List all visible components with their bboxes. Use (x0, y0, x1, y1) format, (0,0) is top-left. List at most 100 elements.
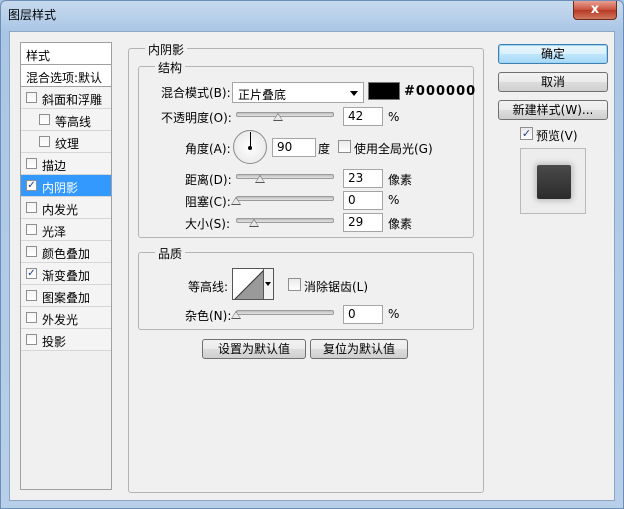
inner-shadow-label: 内阴影 (42, 181, 79, 195)
outer-glow-label: 外发光 (42, 313, 79, 327)
size-label: 大小(S): (185, 217, 231, 231)
satin-checkbox[interactable] (26, 224, 37, 235)
inner-glow-checkbox[interactable] (26, 202, 37, 213)
blend-mode-select[interactable]: 正片叠底 (232, 82, 364, 103)
angle-unit: 度 (318, 142, 331, 156)
style-item-inner-shadow[interactable]: ✓ 内阴影 (21, 175, 111, 197)
new-style-button[interactable]: 新建样式(W)... (498, 100, 608, 120)
satin-label: 光泽 (42, 225, 67, 239)
title-bar[interactable]: 图层样式 x (1, 1, 623, 27)
choke-unit: % (388, 193, 400, 207)
style-item-color-overlay[interactable]: 颜色叠加 (21, 241, 111, 263)
outer-glow-checkbox[interactable] (26, 312, 37, 323)
size-unit: 像素 (388, 217, 413, 231)
angle-dial-center (248, 146, 252, 150)
structure-title: 结构 (155, 59, 186, 76)
preview-checkbox[interactable]: ✓ (520, 127, 533, 140)
angle-input[interactable]: 90 (272, 138, 316, 157)
drop-shadow-checkbox[interactable] (26, 334, 37, 345)
style-item-inner-glow[interactable]: 内发光 (21, 197, 111, 219)
style-item-pattern-overlay[interactable]: 图案叠加 (21, 285, 111, 307)
texture-checkbox[interactable] (39, 136, 50, 147)
chevron-down-icon (350, 91, 358, 96)
cancel-button[interactable]: 取消 (498, 72, 608, 92)
style-item-contour[interactable]: 等高线 (21, 109, 111, 131)
preview-label: 预览(V) (536, 129, 578, 143)
inner-glow-label: 内发光 (42, 203, 79, 217)
choke-label: 阻塞(C): (185, 195, 231, 209)
opacity-label: 不透明度(O): (161, 111, 232, 125)
contour-picker-label: 等高线: (188, 280, 229, 294)
contour-dropdown[interactable] (264, 268, 274, 300)
layer-style-dialog: 图层样式 x 样式 混合选项:默认 斜面和浮雕 等高线 纹理 描边 ✓ 内阴影 … (0, 0, 624, 509)
drop-shadow-label: 投影 (42, 335, 67, 349)
distance-unit: 像素 (388, 173, 413, 187)
opacity-unit: % (388, 110, 400, 124)
inner-shadow-checkbox[interactable]: ✓ (26, 180, 37, 191)
style-preview (520, 148, 586, 214)
shadow-color-hex: #000000 (404, 84, 477, 99)
set-default-button[interactable]: 设置为默认值 (202, 339, 306, 359)
size-slider-thumb[interactable] (249, 219, 259, 227)
ok-button[interactable]: 确定 (498, 44, 608, 64)
global-light-label: 使用全局光(G) (354, 142, 433, 156)
style-item-drop-shadow[interactable]: 投影 (21, 329, 111, 351)
chevron-down-icon (265, 282, 271, 286)
dialog-content: 样式 混合选项:默认 斜面和浮雕 等高线 纹理 描边 ✓ 内阴影 内发光 光泽 … (9, 31, 615, 501)
distance-label: 距离(D): (185, 173, 232, 187)
reset-default-button[interactable]: 复位为默认值 (310, 339, 408, 359)
anti-alias-checkbox[interactable] (288, 278, 301, 291)
close-button[interactable]: x (573, 1, 617, 20)
gradient-overlay-label: 渐变叠加 (42, 269, 91, 283)
style-item-gradient-overlay[interactable]: ✓ 渐变叠加 (21, 263, 111, 285)
pattern-overlay-label: 图案叠加 (42, 291, 91, 305)
quality-title: 品质 (155, 245, 186, 262)
stroke-checkbox[interactable] (26, 158, 37, 169)
distance-slider[interactable] (236, 174, 334, 179)
contour-curve-icon (234, 270, 263, 299)
style-list-header-label: 样式 (26, 49, 51, 63)
blend-mode-value: 正片叠底 (238, 88, 287, 102)
style-item-outer-glow[interactable]: 外发光 (21, 307, 111, 329)
style-item-satin[interactable]: 光泽 (21, 219, 111, 241)
opacity-input[interactable]: 42 (343, 107, 383, 126)
opacity-slider[interactable] (236, 112, 334, 117)
opacity-slider-thumb[interactable] (273, 113, 283, 121)
blend-mode-label: 混合模式(B): (161, 86, 231, 100)
blend-options-label: 混合选项:默认 (26, 71, 103, 85)
style-item-texture[interactable]: 纹理 (21, 131, 111, 153)
style-item-stroke[interactable]: 描边 (21, 153, 111, 175)
choke-slider[interactable] (236, 196, 334, 201)
global-light-checkbox[interactable] (338, 140, 351, 153)
color-overlay-label: 颜色叠加 (42, 247, 91, 261)
noise-slider[interactable] (236, 310, 334, 315)
texture-label: 纹理 (55, 137, 80, 151)
distance-input[interactable]: 23 (343, 169, 383, 188)
angle-dial[interactable] (233, 130, 267, 164)
style-preview-swatch (537, 165, 571, 199)
style-item-blend-options[interactable]: 混合选项:默认 (21, 65, 111, 87)
bevel-emboss-checkbox[interactable] (26, 92, 37, 103)
noise-input[interactable]: 0 (343, 305, 383, 324)
size-input[interactable]: 29 (343, 213, 383, 232)
gradient-overlay-checkbox[interactable]: ✓ (26, 268, 37, 279)
pattern-overlay-checkbox[interactable] (26, 290, 37, 301)
choke-slider-thumb[interactable] (231, 197, 241, 205)
color-overlay-checkbox[interactable] (26, 246, 37, 257)
style-list: 样式 混合选项:默认 斜面和浮雕 等高线 纹理 描边 ✓ 内阴影 内发光 光泽 … (20, 42, 112, 490)
bevel-emboss-label: 斜面和浮雕 (42, 93, 103, 107)
choke-input[interactable]: 0 (343, 191, 383, 210)
angle-label: 角度(A): (185, 142, 231, 156)
window-title: 图层样式 (8, 8, 57, 22)
shadow-color-swatch[interactable] (368, 82, 400, 100)
noise-unit: % (388, 307, 400, 321)
style-item-bevel-emboss[interactable]: 斜面和浮雕 (21, 87, 111, 109)
contour-checkbox[interactable] (39, 114, 50, 125)
distance-slider-thumb[interactable] (255, 175, 265, 183)
contour-label: 等高线 (55, 115, 92, 129)
contour-preview[interactable] (232, 268, 264, 300)
noise-label: 杂色(N): (185, 309, 232, 323)
style-list-header[interactable]: 样式 (21, 43, 111, 65)
noise-slider-thumb[interactable] (231, 311, 241, 319)
inner-shadow-title: 内阴影 (145, 41, 188, 58)
